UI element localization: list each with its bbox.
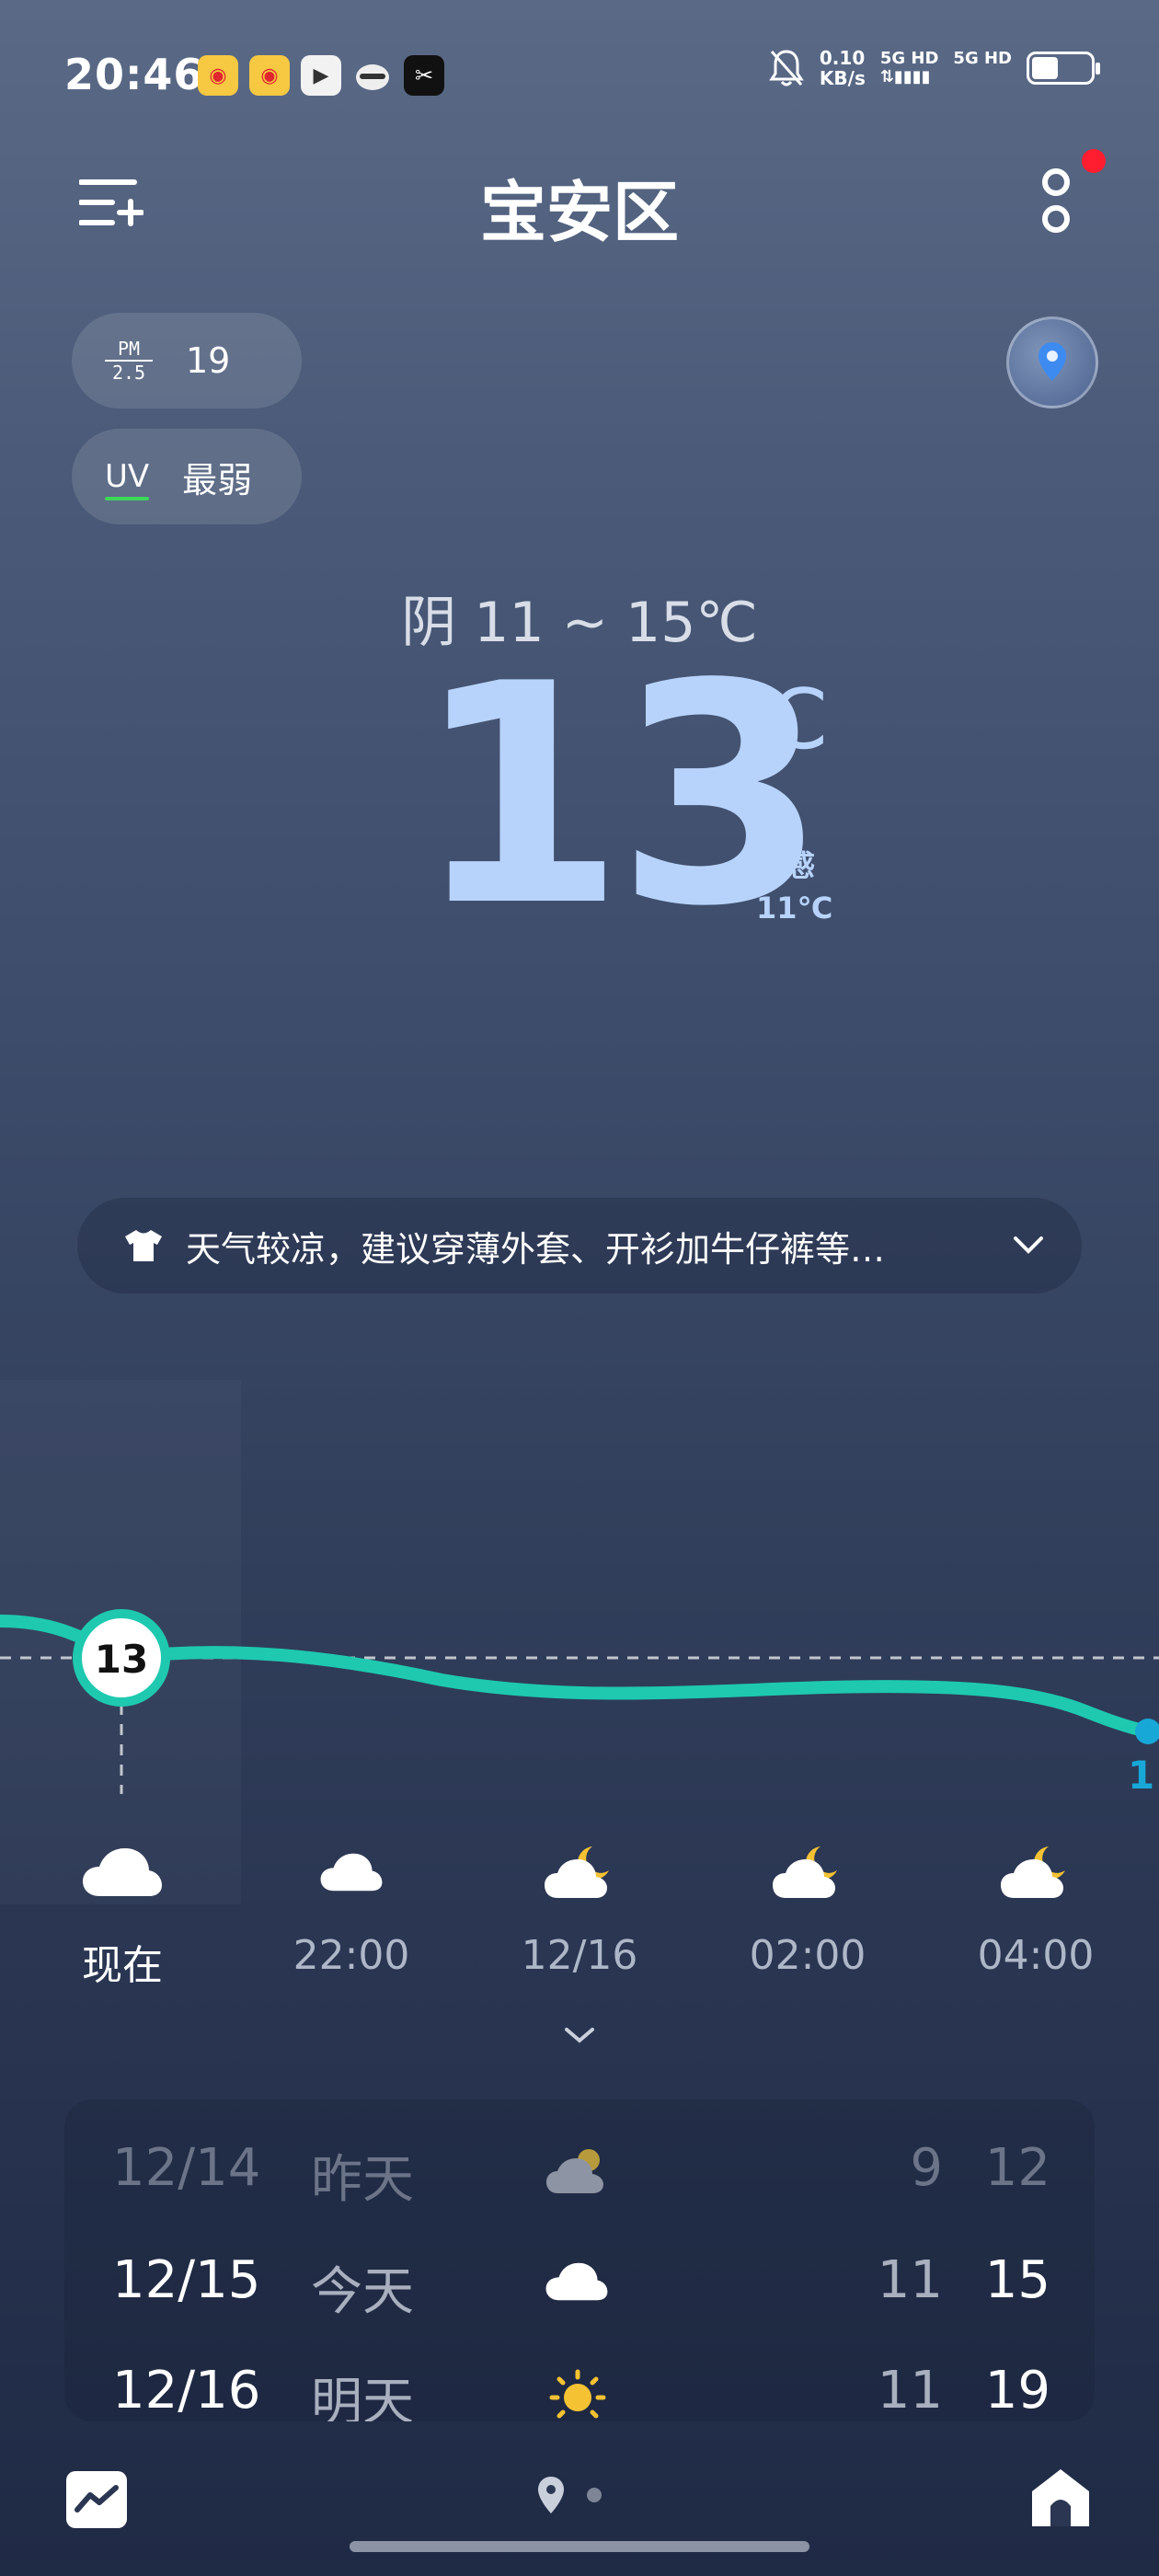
status-time: 20:46 <box>64 50 204 99</box>
status-right: 0.10 KB/s 5G HD ⇅▮▮▮▮ 5G HD . <box>768 48 1100 88</box>
location-pin-icon <box>1039 342 1066 381</box>
daily-row[interactable]: 12/14 昨天 9 12 <box>64 2138 1095 2230</box>
daily-day: 明天 <box>311 2373 414 2421</box>
signal-sim2: 5G HD . <box>953 50 1012 86</box>
map-globe-button[interactable] <box>1006 316 1098 408</box>
pm25-pill[interactable]: PM 2.5 19 <box>72 313 302 408</box>
daily-day: 昨天 <box>311 2150 414 2210</box>
hourly-item[interactable]: 现在 <box>30 1831 214 1991</box>
partly-cloudy-night-icon <box>545 1846 609 1898</box>
hourly-label: 04:00 <box>977 1932 1095 1979</box>
hourly-label: 22:00 <box>293 1932 410 1979</box>
partly-cloudy-night-icon <box>1001 1846 1065 1898</box>
curve-end-point <box>1135 1719 1159 1744</box>
hourly-label: 现在 <box>82 1942 163 1989</box>
partly-cloudy-night-icon <box>773 1846 837 1898</box>
home-icon[interactable] <box>1028 2466 1093 2530</box>
cloudy-icon <box>83 1848 162 1896</box>
net-speed-value: 0.10 <box>819 47 866 69</box>
cloudy-icon <box>545 2262 608 2301</box>
net-speed-unit: KB/s <box>819 67 866 89</box>
city-title: 宝安区 <box>479 174 679 251</box>
page-dot <box>587 2488 602 2502</box>
location-dot-icon <box>538 2477 564 2513</box>
tshirt-icon <box>125 1230 162 1261</box>
signal-1-label: 5G HD <box>879 49 939 68</box>
current-temp-marker-label: 13 <box>95 1637 148 1682</box>
daily-high: 12 <box>984 2138 1050 2198</box>
pm25-label: PM 2.5 <box>105 339 153 383</box>
daily-high: 19 <box>984 2361 1050 2421</box>
uv-pill[interactable]: UV 最弱 <box>72 429 302 524</box>
daily-low: 9 <box>910 2138 943 2198</box>
signal-sim1: 5G HD ⇅▮▮▮▮ <box>880 50 939 86</box>
mute-bell-icon <box>769 50 804 86</box>
battery-icon <box>1027 52 1100 85</box>
gesture-home-bar[interactable] <box>350 2541 809 2552</box>
hourly-label: 02:00 <box>749 1932 866 1979</box>
trend-chart-button[interactable] <box>66 2471 127 2528</box>
cloudy-icon <box>320 1853 383 1892</box>
daily-date: 12/16 <box>112 2361 261 2421</box>
feels-like-value: 11℃ <box>756 891 833 926</box>
daily-date: 12/14 <box>112 2138 261 2198</box>
daily-low: 11 <box>877 2250 943 2310</box>
clothing-tip-banner[interactable]: 天气较凉，建议穿薄外套、开衫加牛仔裤等… <box>77 1198 1082 1294</box>
uv-value: 最弱 <box>182 459 253 500</box>
temperature-unit: ℃ <box>736 672 830 768</box>
hourly-item[interactable]: 02:00 <box>716 1831 900 1979</box>
pm25-value: 19 <box>186 340 231 381</box>
daily-date: 12/15 <box>112 2250 261 2310</box>
cat-app-icon <box>352 55 393 96</box>
hourly-item[interactable]: 12/16 <box>488 1831 671 1979</box>
weibo-icon: ◉ <box>249 55 290 96</box>
partly-cloudy-icon <box>546 2149 603 2193</box>
hourly-temperature-curve: 13 11 <box>0 1609 1159 1798</box>
hourly-label: 12/16 <box>521 1932 638 1979</box>
page-indicator <box>535 2475 602 2515</box>
hourly-item[interactable]: 22:00 <box>259 1831 443 1979</box>
notification-dot <box>1082 149 1106 173</box>
pm-label-top: PM <box>117 338 141 360</box>
feels-like-label: 体感 <box>756 848 816 883</box>
signal-2-label: 5G HD <box>953 49 1012 68</box>
status-app-icons: ◉ ◉ ▶ ✂ <box>198 55 444 96</box>
signal-bars-icon: ⇅▮▮▮▮ <box>879 67 931 86</box>
uv-label: UV <box>105 458 150 500</box>
chevron-down-icon[interactable] <box>1012 1235 1045 1257</box>
pm-label-bottom: 2.5 <box>111 362 146 384</box>
expand-chevron-icon[interactable] <box>561 2024 598 2046</box>
daily-row[interactable]: 12/15 今天 11 15 <box>64 2250 1095 2342</box>
feels-like: 体感 11℃ <box>756 845 832 929</box>
daily-low: 11 <box>877 2361 943 2421</box>
clothing-tip-text: 天气较凉，建议穿薄外套、开衫加牛仔裤等… <box>186 1228 886 1270</box>
daily-row[interactable]: 12/16 明天 11 19 <box>64 2361 1095 2421</box>
edge-temp-label: 11 <box>1128 1753 1159 1798</box>
weibo-icon: ◉ <box>198 55 238 96</box>
more-options-icon[interactable] <box>1038 164 1074 237</box>
video-player-icon: ▶ <box>301 55 341 96</box>
net-speed: 0.10 KB/s <box>820 48 866 88</box>
daily-day: 今天 <box>311 2262 414 2322</box>
capcut-icon: ✂ <box>404 55 444 96</box>
trend-line-icon <box>75 2485 119 2513</box>
daily-forecast-list: 12/14 昨天 9 12 12/15 今天 11 15 12/16 明天 11… <box>64 2099 1095 2421</box>
daily-high: 15 <box>984 2250 1050 2310</box>
sunny-icon <box>549 2369 606 2419</box>
hourly-item[interactable]: 04:00 <box>944 1831 1128 1979</box>
